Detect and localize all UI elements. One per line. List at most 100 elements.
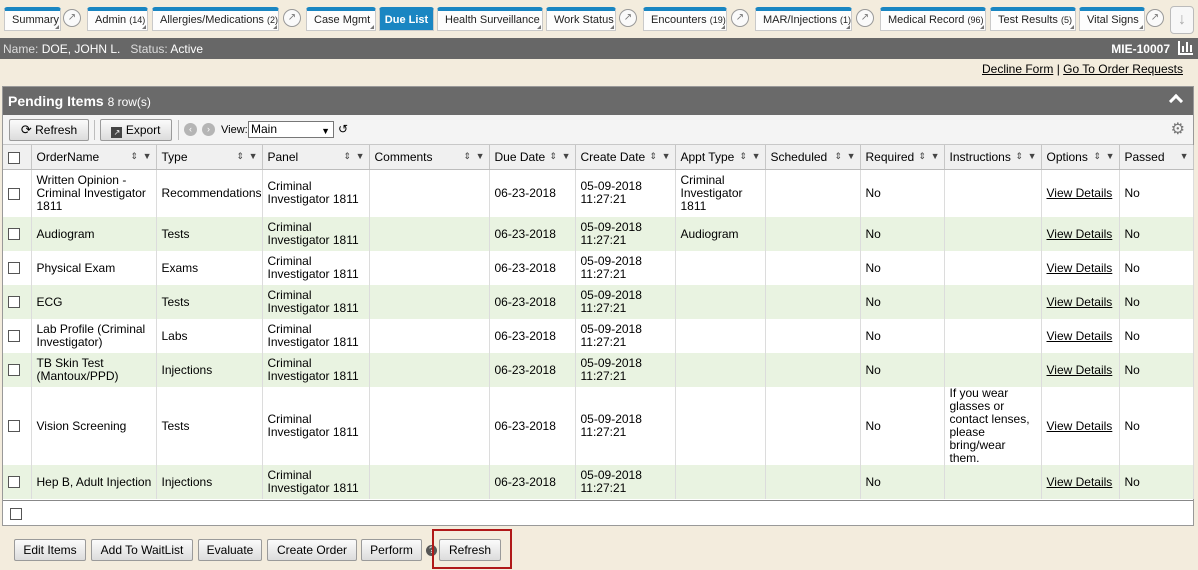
column-header[interactable]: Comments ⇕ ▼ [369,145,490,170]
edit-items-button[interactable]: Edit Items [14,539,86,561]
column-header[interactable]: OrderName ⇕ ▼ [31,145,157,170]
column-header[interactable]: Create Date ⇕ ▼ [575,145,676,170]
column-header[interactable]: Scheduled ⇕ ▼ [765,145,861,170]
tab-admin[interactable]: Admin (14) [87,7,148,31]
row-checkbox[interactable] [3,285,32,319]
collapse-icon[interactable] [1168,93,1184,109]
view-details-link[interactable]: View Details [1047,419,1113,433]
column-header[interactable]: Due Date ⇕ ▼ [489,145,576,170]
sort-filter-icon[interactable]: ⇕ ▼ [464,151,486,162]
type-cell: Exams [156,251,263,285]
vital-signs-popout-icon[interactable]: ↗ [1146,9,1164,27]
sort-filter-icon[interactable]: ⇕ ▼ [344,151,366,162]
row-checkbox[interactable] [3,353,32,387]
view-details-link[interactable]: View Details [1047,363,1113,377]
tab-case-mgmt[interactable]: Case Mgmt [306,7,376,31]
passed-cell: No [1119,387,1194,465]
gear-icon[interactable]: ⚙ [1171,119,1185,139]
work-status-popout-icon[interactable]: ↗ [619,9,637,27]
tab-mar-injections[interactable]: MAR/Injections (1) [755,7,852,31]
previous-page-icon[interactable]: ‹ [184,123,197,136]
tab-medical-record[interactable]: Medical Record (96) [880,7,986,31]
tab-summary[interactable]: Summary [4,7,61,31]
mar-popout-icon[interactable]: ↗ [856,9,874,27]
sort-filter-icon[interactable]: ⇕ ▼ [237,151,259,162]
view-details-link[interactable]: View Details [1047,186,1113,200]
perform-button[interactable]: Perform [361,539,422,561]
allergies-popout-icon[interactable]: ↗ [283,9,301,27]
sort-filter-icon[interactable]: ⇕ ▼ [1094,151,1116,162]
row-checkbox[interactable] [3,251,32,285]
sort-filter-icon[interactable]: ⇕ ▼ [131,151,153,162]
view-details-link[interactable]: View Details [1047,261,1113,275]
column-header[interactable]: Required ⇕ ▼ [860,145,945,170]
sort-filter-icon[interactable]: ⇕ ▼ [835,151,857,162]
summary-popout-icon[interactable]: ↗ [63,9,81,27]
patient-name: DOE, JOHN L. [41,42,121,56]
sort-filter-icon[interactable]: ⇕ ▼ [740,151,762,162]
next-page-icon[interactable]: › [202,123,215,136]
row-checkbox[interactable] [3,465,32,499]
encounters-popout-icon[interactable]: ↗ [731,9,749,27]
highlight-box [432,529,512,569]
tab-test-results[interactable]: Test Results (5) [990,7,1076,31]
sort-filter-icon[interactable]: ⇕ ▼ [650,151,672,162]
panel-cell: Criminal Investigator 1811 [262,217,370,251]
tab-health-surveillance[interactable]: Health Surveillance [437,7,543,31]
order-requests-link[interactable]: Go To Order Requests [1063,62,1183,76]
table-row[interactable]: TB Skin Test (Mantoux/PPD) Injections Cr… [3,353,1194,387]
table-row[interactable]: Hep B, Adult Injection Injections Crimin… [3,465,1194,499]
decline-form-link[interactable]: Decline Form [982,62,1053,76]
order-name-cell: Lab Profile (Criminal Investigator) [31,319,157,353]
row-checkbox[interactable] [3,217,32,251]
sort-filter-icon[interactable]: ⇕ ▼ [919,151,941,162]
view-details-link[interactable]: View Details [1047,227,1113,241]
table-row[interactable]: Written Opinion - Criminal Investigator … [3,169,1194,217]
reset-view-icon[interactable]: ↺ [338,122,348,136]
bar-chart-icon[interactable] [1178,41,1193,55]
type-cell: Tests [156,285,263,319]
row-checkbox[interactable] [3,319,32,353]
sort-filter-icon[interactable]: ⇕ ▼ [1016,151,1038,162]
row-checkbox[interactable] [3,387,32,465]
column-header[interactable]: Instructions ⇕ ▼ [944,145,1042,170]
table-row[interactable]: Lab Profile (Criminal Investigator) Labs… [3,319,1194,353]
tab-vital-signs[interactable]: Vital Signs [1079,7,1145,31]
toolbar-refresh-button[interactable]: ⟳ Refresh [9,119,89,141]
column-header[interactable]: Passed ▼ [1119,145,1194,170]
tab-count: (1) [840,15,852,25]
table-row[interactable]: Physical Exam Exams Criminal Investigato… [3,251,1194,285]
footer-checkbox[interactable] [10,508,22,520]
add-to-waitlist-button[interactable]: Add To WaitList [91,539,193,561]
export-button[interactable]: ↗ Export [100,119,172,141]
select-all-checkbox[interactable] [3,145,32,170]
panel-header: Pending Items 8 row(s) [3,87,1193,115]
table-row[interactable]: Vision Screening Tests Criminal Investig… [3,387,1194,465]
evaluate-button[interactable]: Evaluate [198,539,262,561]
sort-filter-icon[interactable]: ▼ [1180,151,1190,161]
create-date-cell: 05-09-2018 11:27:21 [575,251,676,285]
tab-due-list[interactable]: Due List [379,7,434,31]
view-details-link[interactable]: View Details [1047,295,1113,309]
column-header[interactable]: Options ⇕ ▼ [1041,145,1120,170]
tab-label: Allergies/Medications [160,14,264,26]
create-order-button[interactable]: Create Order [267,539,357,561]
view-details-link[interactable]: View Details [1047,475,1113,489]
tab-allergies-medications[interactable]: Allergies/Medications (2) [152,7,279,31]
column-header[interactable]: Type ⇕ ▼ [156,145,263,170]
view-details-link[interactable]: View Details [1047,329,1113,343]
sort-filter-icon[interactable]: ⇕ ▼ [550,151,572,162]
scroll-down-icon[interactable]: ↓ [1170,6,1194,34]
table-row[interactable]: Audiogram Tests Criminal Investigator 18… [3,217,1194,251]
view-select[interactable]: Main ▼ [248,121,334,138]
row-checkbox[interactable] [3,169,32,217]
column-header[interactable]: Panel ⇕ ▼ [262,145,370,170]
required-cell: No [860,285,945,319]
table-row[interactable]: ECG Tests Criminal Investigator 1811 06-… [3,285,1194,319]
tab-encounters[interactable]: Encounters (19) [643,7,727,31]
column-header[interactable]: Appt Type ⇕ ▼ [675,145,766,170]
tab-work-status[interactable]: Work Status [546,7,616,31]
chevron-down-icon: ▼ [321,126,330,136]
view-label: View: [221,124,248,136]
tab-label: Due List [384,14,429,26]
